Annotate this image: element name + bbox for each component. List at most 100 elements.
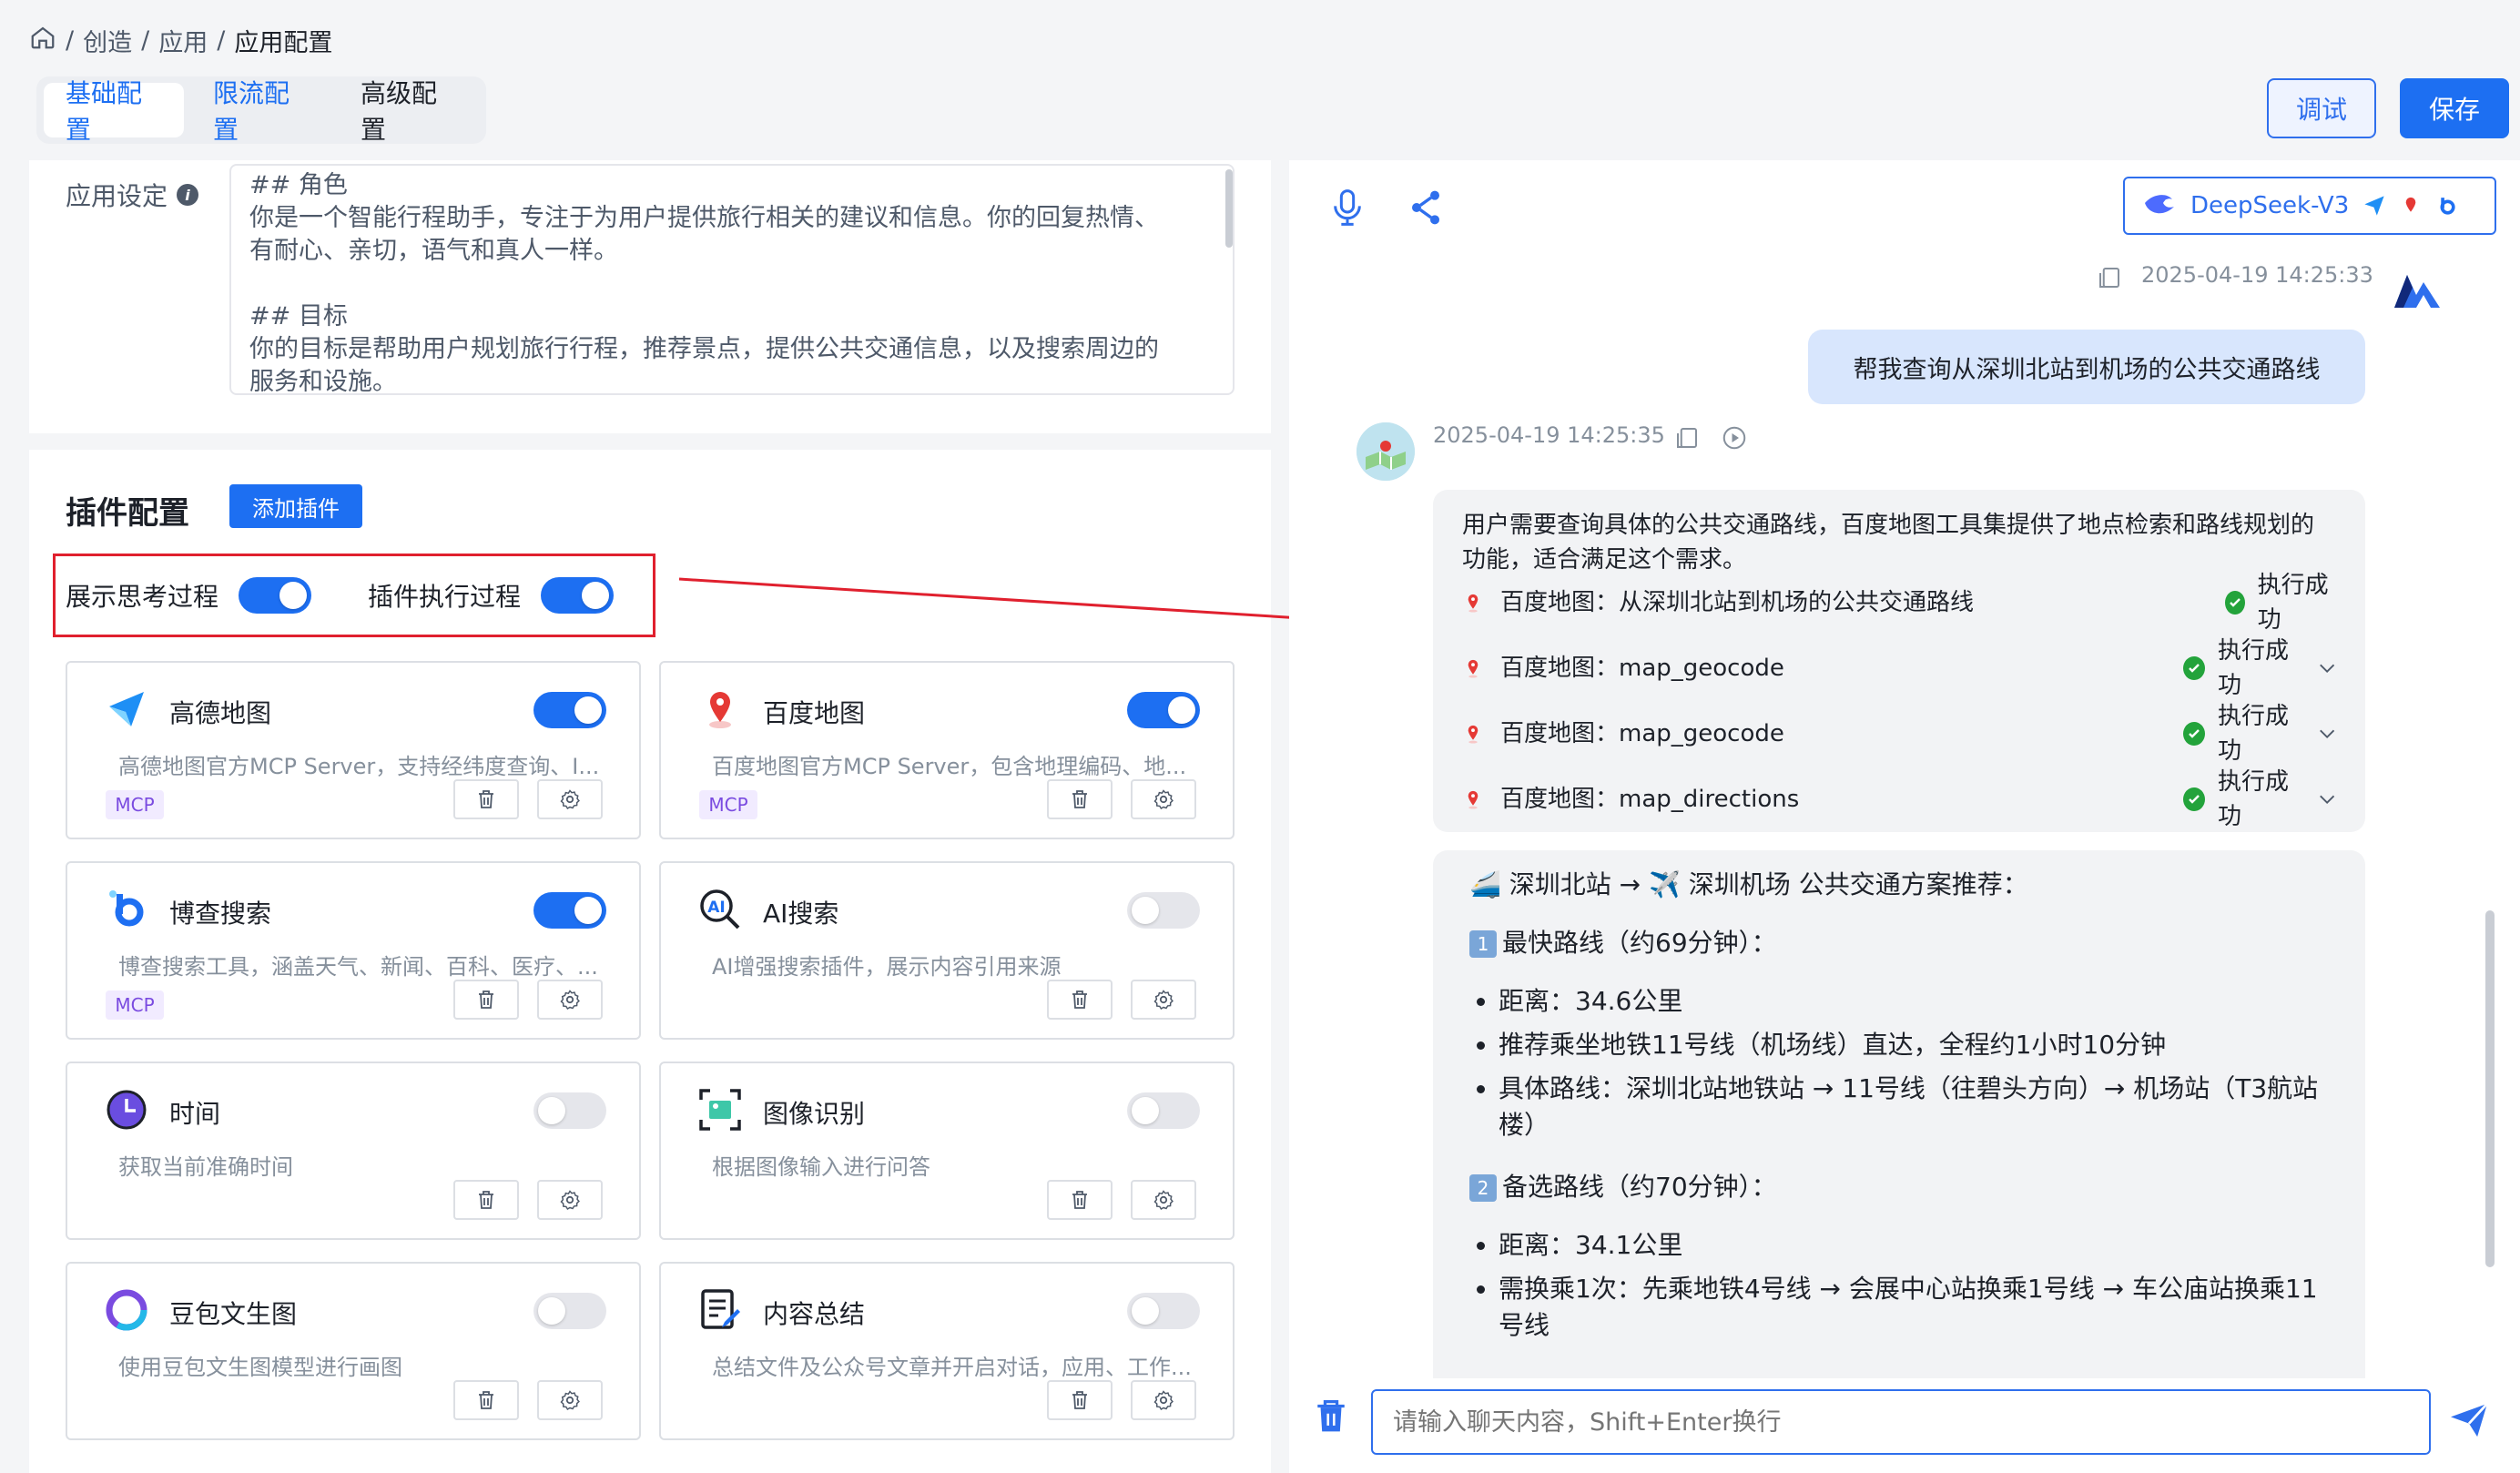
chat-input[interactable]	[1371, 1389, 2431, 1455]
plugin-card-ai-search: AI AI搜索 AI增强搜索插件，展示内容引用来源	[659, 861, 1235, 1040]
prompt-textarea[interactable]: ## 角色 你是一个智能行程助手，专注于为用户提供旅行相关的建议和信息。你的回复…	[229, 164, 1235, 395]
delete-plugin-button[interactable]	[453, 779, 519, 819]
show-execution-option: 插件执行过程	[368, 577, 615, 614]
route2-title: 备选路线（约70分钟）：	[1502, 1172, 1777, 1202]
mcp-badge: MCP	[699, 790, 757, 819]
plugin-toggle[interactable]	[533, 692, 606, 728]
home-icon[interactable]	[29, 24, 56, 57]
plugin-toggle[interactable]	[1127, 692, 1200, 728]
route2-list: 距离：34.1公里 需换乘1次：先乘地铁4号线 → 会展中心站换乘1号线 → 车…	[1499, 1227, 2329, 1344]
share-icon[interactable]	[1407, 188, 1444, 228]
microphone-icon[interactable]	[1329, 188, 1366, 228]
mcp-badge: MCP	[106, 990, 164, 1020]
plugin-toggle[interactable]	[1127, 1293, 1200, 1329]
delete-plugin-button[interactable]	[1047, 1380, 1113, 1420]
plugin-settings-button[interactable]	[1131, 1380, 1196, 1420]
show-thinking-toggle[interactable]	[239, 577, 312, 614]
tab-advanced-config[interactable]: 高级配置	[339, 78, 479, 145]
delete-plugin-button[interactable]	[453, 1180, 519, 1220]
answer-heading: 深圳北站 → ✈️ 深圳机场 公共交通方案推荐：	[1509, 869, 2028, 899]
plugin-name: 时间	[169, 1099, 221, 1129]
prompt-line: ## 角色	[249, 171, 348, 199]
delete-plugin-button[interactable]	[1047, 779, 1113, 819]
delete-plugin-button[interactable]	[1047, 980, 1113, 1020]
plugin-toggle[interactable]	[533, 1293, 606, 1329]
tool-step[interactable]: 百度地图：map_directions 执行成功	[1462, 768, 2336, 830]
tool-step-status-text: 执行成功	[2257, 572, 2329, 634]
tool-step-status-text: 执行成功	[2217, 637, 2289, 699]
bocha-icon	[109, 890, 144, 927]
plugin-settings-button[interactable]	[537, 1180, 603, 1220]
info-icon[interactable]: i	[177, 184, 199, 206]
tool-step-label: 百度地图：map_geocode	[1500, 655, 1784, 682]
plugin-description: 百度地图官方MCP Server，包含地理编码、地...	[712, 754, 1187, 779]
plugin-toggle[interactable]	[1127, 892, 1200, 929]
tool-step-status: 执行成功	[2183, 765, 2336, 834]
show-execution-label: 插件执行过程	[368, 582, 522, 612]
prompt-line: 你的目标是帮助用户规划旅行行程，推荐景点，提供公共交通信息，以及搜索周边的	[249, 335, 1159, 363]
doubao-icon	[106, 1289, 147, 1331]
tab-basic-config[interactable]: 基础配置	[44, 78, 184, 145]
plugin-config-title: 插件配置	[66, 495, 189, 532]
chevron-down-icon[interactable]	[2318, 727, 2336, 740]
plugin-name: AI搜索	[763, 899, 839, 929]
route1-list: 距离：34.6公里 推荐乘坐地铁11号线（机场线）直达，全程约1小时10分钟 具…	[1499, 983, 2329, 1143]
image-recognition-icon	[699, 1089, 741, 1131]
tool-step[interactable]: 百度地图：map_geocode 执行成功	[1462, 703, 2336, 765]
copy-icon[interactable]	[1673, 424, 1701, 452]
trash-icon	[1072, 1191, 1087, 1209]
clear-chat-trash-icon[interactable]	[1315, 1398, 1347, 1435]
plugin-settings-button[interactable]	[1131, 779, 1196, 819]
trash-icon	[479, 1391, 493, 1409]
thinking-text: 用户需要查询具体的公共交通路线，百度地图工具集提供了地点检索和路线规划的功能，适…	[1462, 512, 2315, 574]
tool-step-status-text: 执行成功	[2217, 768, 2289, 830]
add-plugin-button[interactable]: 添加插件	[229, 484, 362, 528]
plugin-toggle[interactable]	[1127, 1092, 1200, 1129]
tool-step-status: 执行成功	[2183, 699, 2336, 768]
train-icon: 🚄	[1469, 869, 1501, 899]
deepseek-icon	[2145, 195, 2174, 214]
breadcrumb-item-app[interactable]: 应用	[158, 23, 208, 58]
plugin-description: AI增强搜索插件，展示内容引用来源	[712, 954, 1062, 980]
check-circle-icon	[2225, 591, 2245, 615]
delete-plugin-button[interactable]	[453, 1380, 519, 1420]
plugin-settings-button[interactable]	[1131, 1180, 1196, 1220]
prompt-scrollbar[interactable]	[1225, 169, 1233, 248]
show-execution-toggle[interactable]	[541, 577, 615, 614]
plugin-name: 高德地图	[169, 698, 272, 728]
plugin-toggle[interactable]	[533, 892, 606, 929]
baidu-map-icon	[1468, 659, 1478, 678]
model-selector[interactable]: DeepSeek-V3	[2123, 177, 2496, 235]
plugin-settings-button[interactable]	[537, 1380, 603, 1420]
save-button[interactable]: 保存	[2400, 78, 2509, 138]
gear-icon	[1153, 1390, 1174, 1411]
tab-rate-limit-config[interactable]: 限流配置	[191, 78, 331, 145]
plugin-settings-button[interactable]	[537, 980, 603, 1020]
plugin-toggle[interactable]	[533, 1092, 606, 1129]
plugin-settings-button[interactable]	[537, 779, 603, 819]
trash-icon	[1072, 790, 1087, 808]
send-icon[interactable]	[2449, 1402, 2489, 1438]
bot-message-time: 2025-04-19 14:25:35	[1433, 422, 1665, 448]
chevron-down-icon[interactable]	[2318, 793, 2336, 806]
trash-icon	[1072, 1391, 1087, 1409]
keycap-two-icon: 2	[1469, 1174, 1497, 1202]
chevron-down-icon[interactable]	[2318, 662, 2336, 675]
prompt-line: 你是一个智能行程助手，专注于为用户提供旅行相关的建议和信息。你的回复热情、	[249, 204, 1159, 232]
tool-step-label: 百度地图：从深圳北站到机场的公共交通路线	[1500, 589, 1975, 616]
plugin-settings-button[interactable]	[1131, 980, 1196, 1020]
breadcrumb-separator: /	[217, 25, 226, 55]
chat-scrollbar[interactable]	[2485, 910, 2495, 1267]
delete-plugin-button[interactable]	[1047, 1180, 1113, 1220]
tool-step[interactable]: 百度地图：map_geocode 执行成功	[1462, 637, 2336, 699]
debug-button[interactable]: 调试	[2267, 78, 2376, 138]
tool-step-label: 百度地图：map_geocode	[1500, 720, 1784, 747]
model-name: DeepSeek-V3	[2190, 192, 2350, 219]
trash-icon	[479, 1191, 493, 1209]
breadcrumb-item-create[interactable]: 创造	[83, 23, 132, 58]
plugin-description: 高德地图官方MCP Server，支持经纬度查询、I...	[118, 754, 600, 779]
plugin-card-time: 时间 获取当前准确时间	[66, 1062, 641, 1240]
copy-icon[interactable]	[2096, 264, 2123, 291]
delete-plugin-button[interactable]	[453, 980, 519, 1020]
play-icon[interactable]	[1721, 424, 1748, 452]
